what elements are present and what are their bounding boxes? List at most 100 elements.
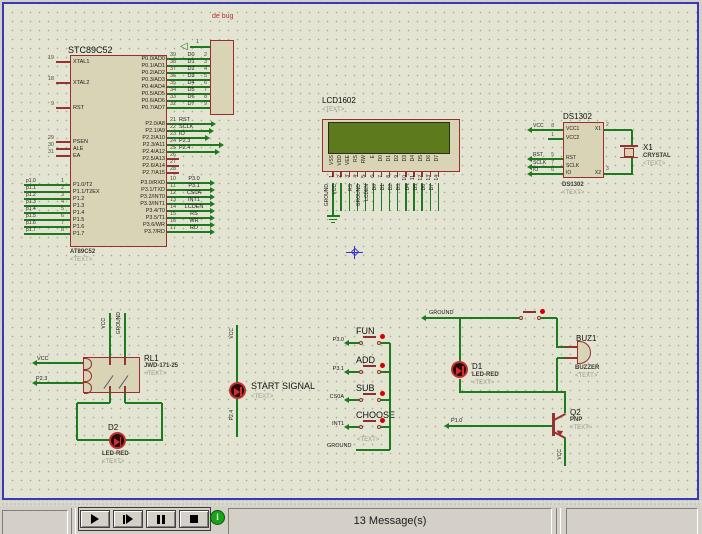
pin-number: 30 — [40, 142, 54, 148]
step-button[interactable] — [113, 510, 143, 528]
lcd-pin-name: VEE — [346, 155, 351, 165]
mcu-text-placeholder: <TEXT> — [70, 257, 92, 264]
net-label: INT1 — [181, 197, 207, 203]
debug-header[interactable] — [210, 40, 234, 115]
wire-arrow-right-icon — [219, 142, 224, 148]
pin-number: 2 — [50, 185, 64, 191]
net-label: P3.1 — [181, 183, 207, 189]
pause-button[interactable] — [146, 510, 176, 528]
info-icon[interactable] — [210, 510, 225, 525]
wire — [631, 158, 632, 175]
wire — [424, 317, 519, 318]
play-button[interactable] — [80, 510, 110, 528]
led-bar-icon — [240, 387, 242, 396]
wire — [56, 82, 70, 83]
button-contact — [359, 370, 363, 374]
net-label: VCC — [37, 356, 49, 362]
pin-number: 32 — [170, 101, 176, 107]
wire — [564, 438, 565, 466]
pin-number: 11 — [170, 183, 176, 189]
wire-arrow-left-icon — [444, 423, 449, 429]
net-label: p1.5 — [26, 214, 36, 220]
pin-name: P0.4/AD4 — [118, 84, 165, 90]
wire — [161, 403, 162, 440]
status-panel-right — [566, 508, 698, 534]
wire — [460, 391, 566, 392]
wire — [438, 183, 439, 211]
wire — [76, 403, 77, 440]
net-label: RS — [181, 211, 207, 217]
net-label: p1.2 — [26, 193, 36, 199]
q2-text-placeholder: <TEXT> — [570, 425, 592, 432]
net-label: D3 — [397, 184, 402, 190]
step-icon-triangle — [126, 514, 133, 524]
net-label: D5 — [185, 87, 197, 93]
pin-number: 36 — [170, 73, 176, 79]
schematic-world: STC89C52AT89C52<TEXT>XTAL119XTAL218RST9P… — [2, 2, 699, 500]
pin-number: 16 — [170, 218, 176, 224]
pin-name: P3.2/INT0 — [118, 194, 165, 200]
push-button-fun[interactable] — [359, 334, 386, 348]
pin-name: P1.0/T2 — [73, 182, 92, 188]
net-label: GROUND — [325, 184, 330, 206]
pin-name: RST — [566, 156, 576, 162]
button-actuator — [363, 393, 376, 395]
stop-button[interactable] — [179, 510, 209, 528]
pin-number: 10 — [170, 176, 176, 182]
crystal-text-placeholder: <TEXT> — [643, 161, 665, 168]
header-pin-number: 5 — [199, 73, 207, 79]
wire-arrow-right-icon — [210, 229, 215, 235]
led-bar-icon — [120, 437, 122, 446]
statusbar-separator — [71, 508, 76, 534]
wire — [236, 325, 237, 382]
push-button-sub[interactable] — [359, 391, 386, 405]
lcd-pin-name: D5 — [419, 155, 424, 161]
pin-name: P0.0/AD0 — [118, 56, 165, 62]
debug-label: de bug — [212, 13, 233, 21]
pin-name: XTAL1 — [73, 59, 89, 65]
net-label: D1 — [185, 59, 197, 65]
net-label: VCC — [230, 328, 235, 339]
header-pin-number: 8 — [199, 94, 207, 100]
button-state-indicator-icon — [380, 363, 385, 368]
net-label: LCDEN — [365, 184, 370, 201]
lcd-pin-number: 5 — [362, 175, 367, 178]
led-d1[interactable] — [451, 361, 468, 378]
schematic-canvas[interactable]: STC89C52AT89C52<TEXT>XTAL119XTAL218RST9P… — [2, 2, 699, 500]
wire — [35, 382, 83, 383]
wire — [109, 386, 110, 393]
pin-number: 34 — [170, 87, 176, 93]
d2-text-placeholder: <TEXT> — [102, 459, 124, 466]
lcd-pin-name: D1 — [387, 155, 392, 161]
pin-number: 19 — [40, 55, 54, 61]
wire — [604, 173, 632, 174]
push-button-alarm[interactable] — [519, 309, 546, 323]
pause-icon-bar2 — [162, 515, 165, 524]
led-d2[interactable] — [109, 432, 126, 449]
led-start-signal[interactable] — [229, 382, 246, 399]
wire — [541, 317, 557, 318]
net-label: P2.4 — [230, 410, 235, 420]
wire — [124, 313, 125, 357]
net-label: P3.0 — [181, 176, 207, 182]
button-contact — [519, 316, 523, 320]
pin-name: P1.2 — [73, 196, 84, 202]
crystal[interactable] — [624, 148, 634, 157]
pin-name: RST — [73, 105, 84, 111]
lcd-pin-name: D7 — [435, 155, 440, 161]
ground-net-label: GROUND — [327, 443, 351, 449]
net-label: LCDEN — [181, 204, 207, 210]
wire — [548, 138, 563, 139]
wire-arrow-right-icon — [210, 215, 215, 221]
push-button-choose[interactable] — [359, 418, 386, 432]
buzzer[interactable] — [577, 341, 591, 364]
pin-number: 37 — [170, 66, 176, 72]
pin-number: 17 — [170, 225, 176, 231]
net-label: P3.0 — [322, 337, 344, 343]
wire — [620, 145, 638, 146]
wire — [77, 402, 110, 403]
button-state-indicator-icon — [380, 334, 385, 339]
lcd-pin-name: D0 — [379, 155, 384, 161]
push-button-add[interactable] — [359, 363, 386, 377]
transistor-collector-icon — [554, 413, 566, 421]
